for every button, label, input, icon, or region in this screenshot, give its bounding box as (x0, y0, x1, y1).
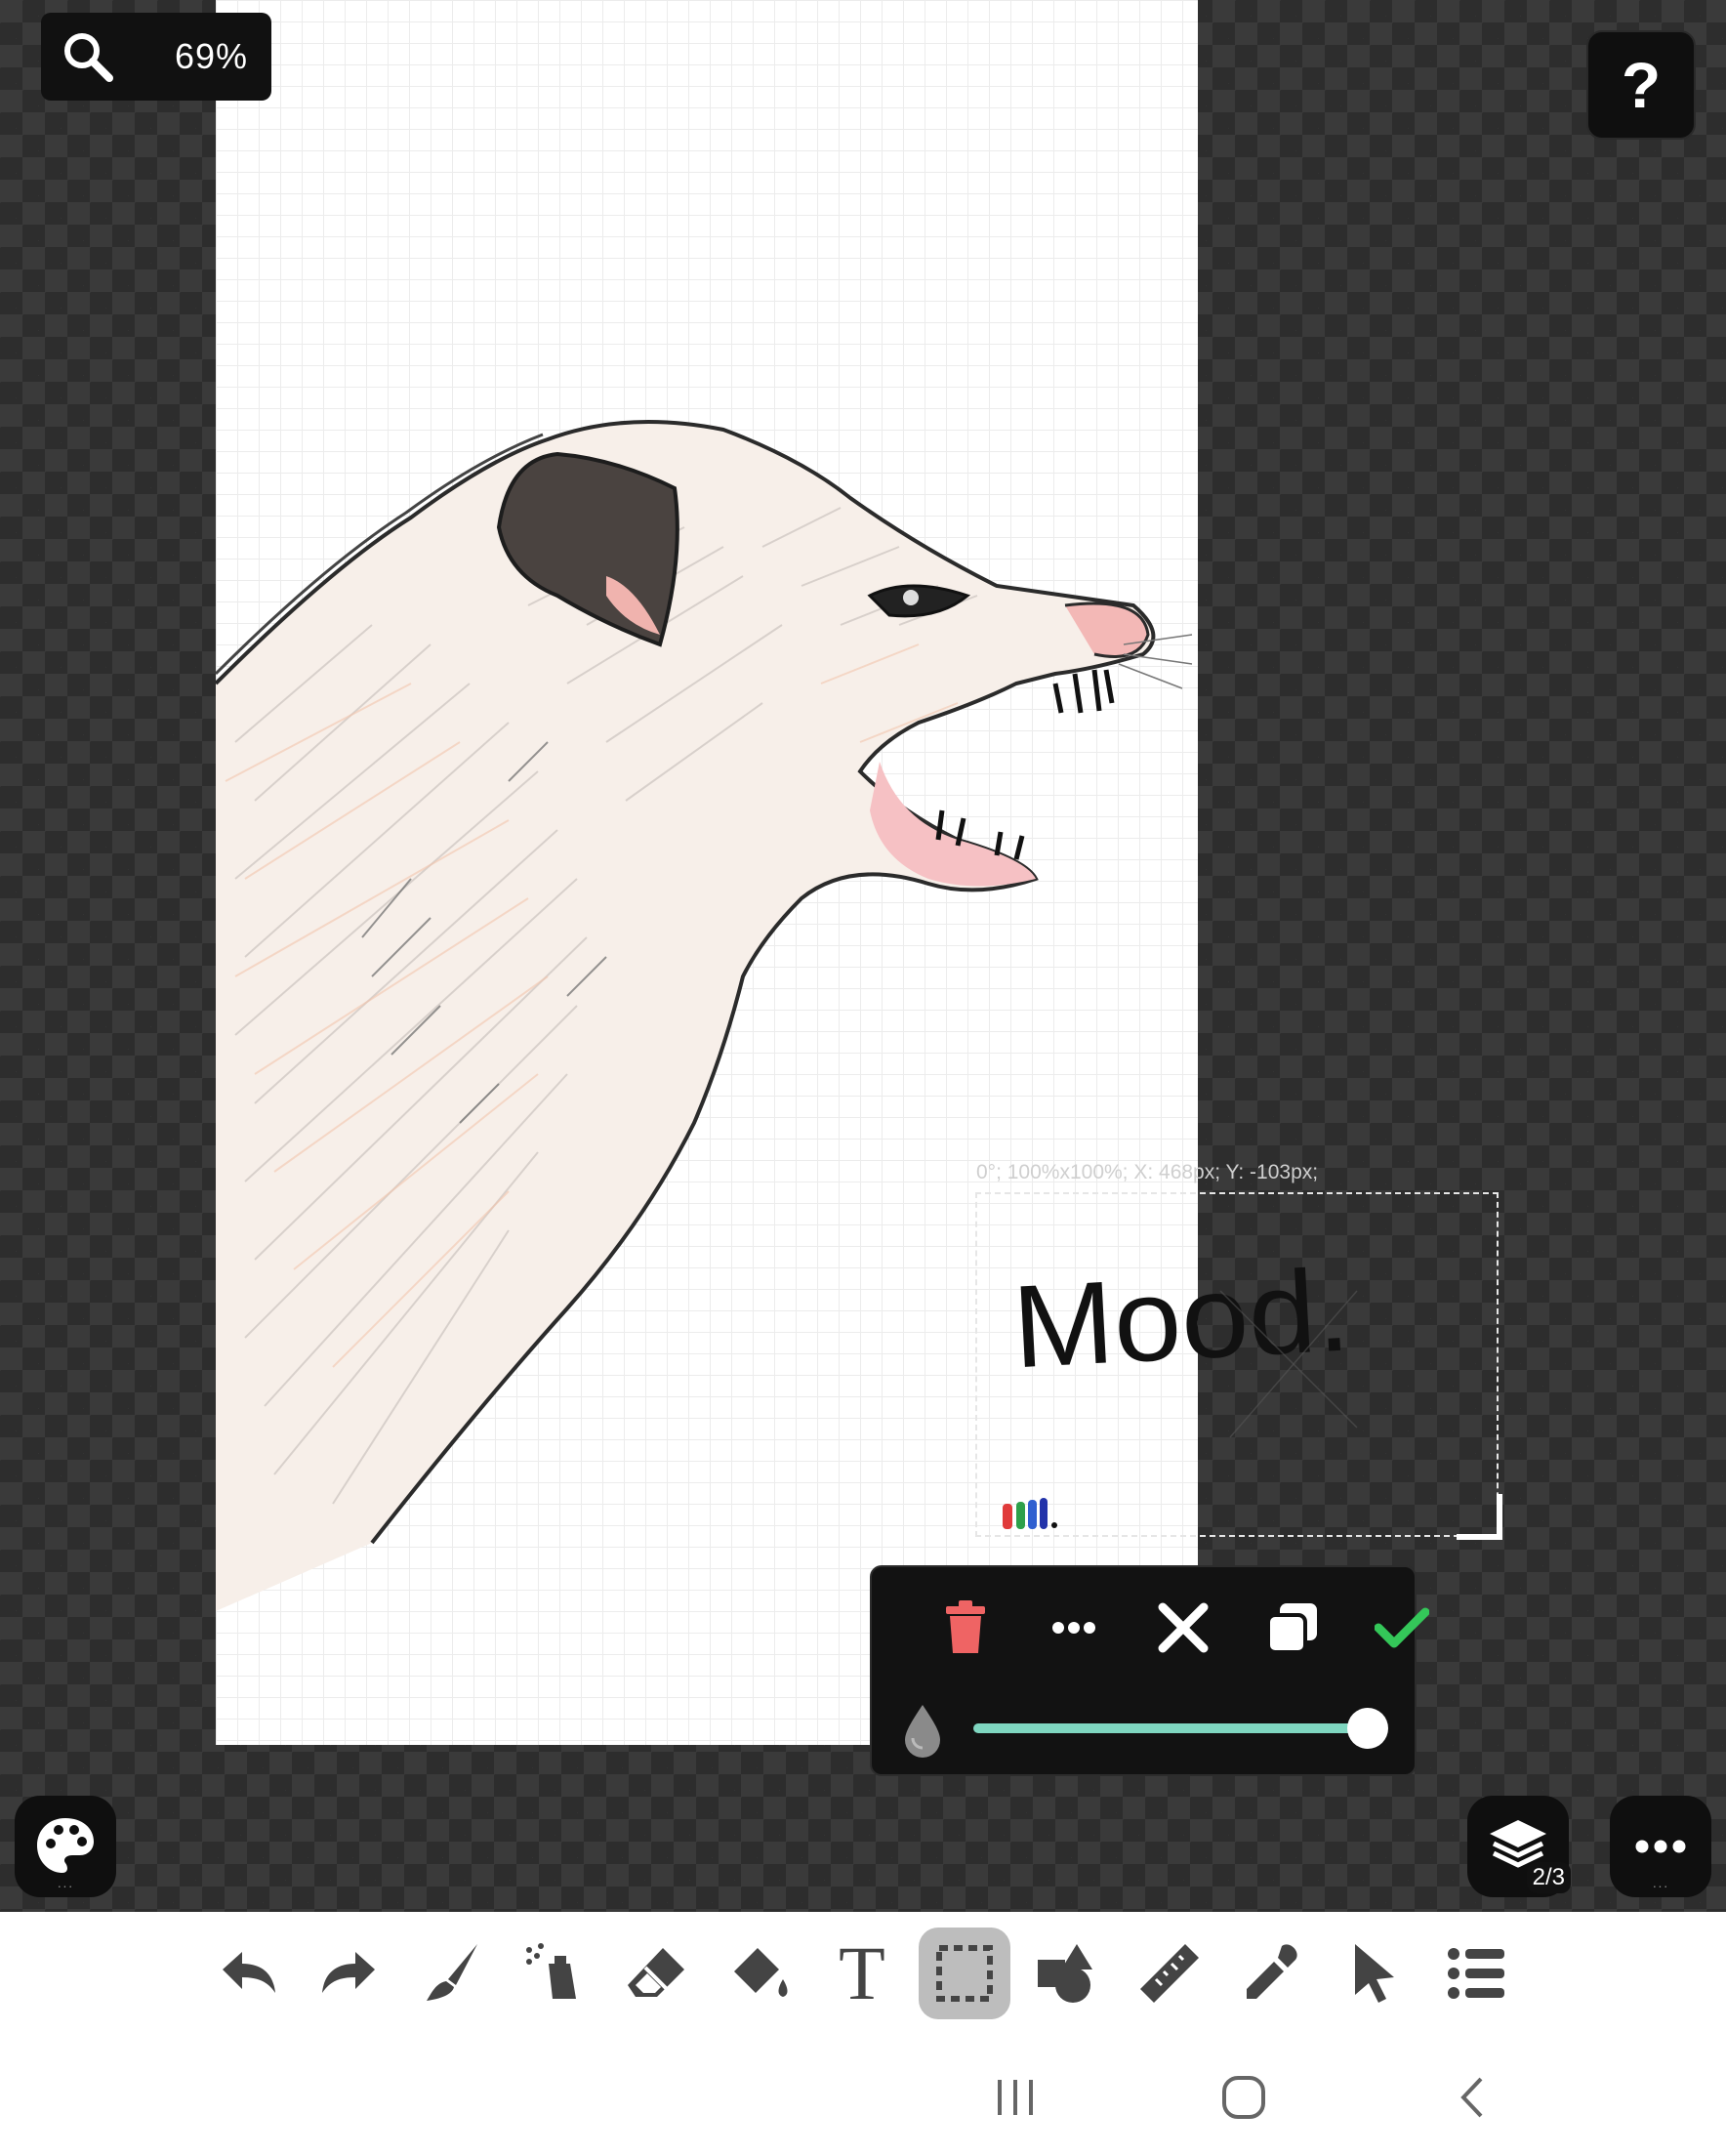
tool-bar: T (0, 1912, 1726, 2029)
ruler-tool[interactable] (1124, 1928, 1215, 2019)
opacity-drop-icon (905, 1705, 940, 1758)
recent-apps-icon (998, 2080, 1033, 2115)
tools-menu-button[interactable] (1431, 1928, 1523, 2019)
apply-button[interactable] (1363, 1589, 1441, 1667)
brush-icon (427, 1944, 477, 2001)
ruler-icon (1140, 1944, 1199, 2003)
selection-action-panel (870, 1565, 1429, 1776)
spray-tool[interactable] (509, 1928, 600, 2019)
close-icon (1158, 1602, 1209, 1653)
spray-can-icon (526, 1943, 576, 1999)
list-icon (1448, 1948, 1504, 1999)
copy-icon (1266, 1603, 1317, 1654)
resize-handle[interactable] (1453, 1490, 1505, 1543)
eyedropper-tool[interactable] (1226, 1928, 1318, 2019)
trash-icon (946, 1600, 985, 1653)
eraser-icon (628, 1948, 684, 1997)
magnifier-icon (64, 33, 113, 82)
layer-count-badge: 2/3 (1526, 1862, 1571, 1893)
checkmark-icon (1375, 1607, 1429, 1648)
select-tool[interactable] (919, 1928, 1010, 2019)
redo-button[interactable] (304, 1928, 395, 2019)
palette-icon (37, 1818, 94, 1873)
selection-content-text: Mood. (1009, 1245, 1353, 1393)
duplicate-button[interactable] (1253, 1589, 1332, 1667)
zoom-value: 69% (174, 36, 248, 76)
opacity-slider-track[interactable] (973, 1723, 1368, 1733)
selected-handwriting: Mood. (1003, 1245, 1358, 1529)
layers-button[interactable]: 2/3 (1467, 1796, 1571, 1897)
palette-menu-dots: ··· (57, 1878, 74, 1893)
more-options-button[interactable] (1035, 1589, 1113, 1667)
app-root: 69% ? 0°; 100%x100%; X: 468px; Y: -103px… (0, 0, 1726, 2156)
eraser-tool[interactable] (611, 1928, 703, 2019)
opacity-slider-thumb[interactable] (1347, 1708, 1388, 1749)
ellipsis-icon (1635, 1840, 1686, 1853)
fill-tool[interactable] (714, 1928, 805, 2019)
more-menu-button[interactable]: ··· (1610, 1796, 1711, 1897)
pointer-tool[interactable] (1329, 1928, 1420, 2019)
text-tool[interactable]: T (816, 1928, 908, 2019)
shapes-icon (1038, 1944, 1092, 2003)
redo-icon (322, 1952, 375, 1993)
help-button[interactable]: ? (1586, 30, 1696, 140)
back-button[interactable] (1433, 2058, 1511, 2136)
more-menu-dots: ··· (1652, 1878, 1669, 1893)
paint-bucket-icon (734, 1948, 788, 1997)
shapes-tool[interactable] (1021, 1928, 1113, 2019)
cancel-button[interactable] (1144, 1589, 1222, 1667)
color-marks (1003, 1498, 1057, 1529)
workspace[interactable]: 69% ? 0°; 100%x100%; X: 468px; Y: -103px… (0, 0, 1726, 1912)
undo-icon (223, 1952, 275, 1993)
home-icon (1222, 2076, 1265, 2119)
pointer-cursor-icon (1355, 1944, 1394, 2003)
undo-button[interactable] (202, 1928, 294, 2019)
home-button[interactable] (1205, 2058, 1283, 2136)
back-chevron-icon (1460, 2077, 1483, 2118)
zoom-indicator[interactable]: 69% (41, 13, 271, 101)
selection-icon (936, 1945, 993, 2002)
eyedropper-icon (1247, 1944, 1297, 1999)
ellipsis-icon (1052, 1622, 1095, 1634)
selection-transform-info: 0°; 100%x100%; X: 468px; Y: -103px; (976, 1161, 1319, 1183)
system-navigation-bar (0, 2029, 1726, 2156)
recent-apps-button[interactable] (976, 2058, 1054, 2136)
delete-button[interactable] (926, 1589, 1005, 1667)
color-palette-button[interactable]: ··· (15, 1796, 116, 1897)
brush-tool[interactable] (406, 1928, 498, 2019)
